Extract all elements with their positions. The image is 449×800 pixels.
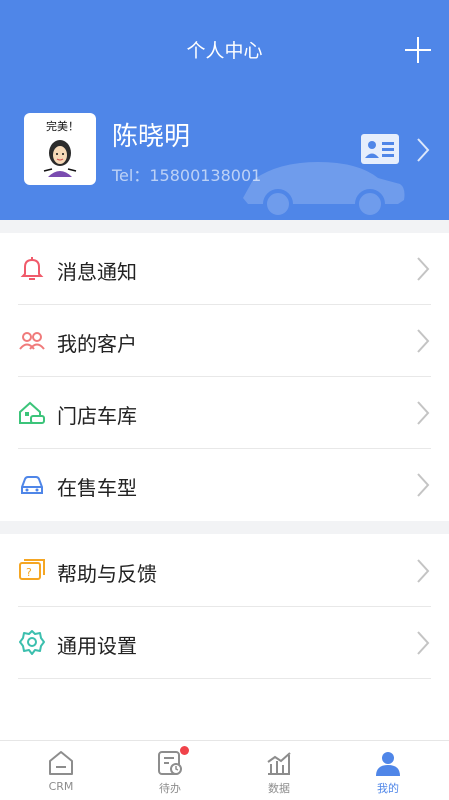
tab-data[interactable]: 数据 bbox=[223, 741, 335, 800]
menu-label: 我的客户 bbox=[57, 332, 137, 356]
tab-label: CRM bbox=[48, 780, 74, 793]
bottom-tab-bar: CRM 待办 数据 我的 bbox=[0, 740, 449, 800]
chevron-right-icon bbox=[417, 329, 430, 353]
chevron-right-icon bbox=[417, 473, 430, 497]
chevron-right-icon bbox=[417, 631, 430, 655]
menu-item-cars-on-sale[interactable]: 在售车型 bbox=[0, 449, 449, 521]
notification-badge bbox=[180, 746, 189, 755]
customers-icon bbox=[19, 332, 45, 350]
tab-todo[interactable]: 待办 bbox=[114, 741, 226, 800]
chart-icon bbox=[267, 752, 291, 775]
settings-icon bbox=[19, 630, 45, 655]
page-title: 个人中心 bbox=[186, 40, 263, 62]
avatar-cartoon-icon: 完美！ bbox=[43, 119, 79, 177]
add-button[interactable] bbox=[405, 37, 431, 63]
divider bbox=[18, 678, 431, 679]
user-name: 陈晓明 bbox=[112, 122, 191, 152]
home-icon bbox=[49, 751, 73, 775]
tab-label: 我的 bbox=[377, 782, 399, 795]
menu-label: 门店车库 bbox=[57, 404, 137, 428]
profile-header: 个人中心 完美！ 陈晓明 Tel：15800138001 bbox=[0, 0, 449, 220]
menu-item-notifications[interactable]: 消息通知 bbox=[0, 233, 449, 305]
help-feedback-icon: ? bbox=[19, 559, 45, 580]
menu-label: 帮助与反馈 bbox=[57, 562, 157, 586]
chevron-right-icon bbox=[417, 559, 430, 583]
menu-label: 消息通知 bbox=[57, 260, 137, 284]
menu-label: 通用设置 bbox=[57, 634, 137, 658]
business-card-icon[interactable] bbox=[361, 134, 399, 164]
menu-item-customers[interactable]: 我的客户 bbox=[0, 305, 449, 377]
chevron-right-icon bbox=[417, 257, 430, 281]
chevron-right-icon bbox=[417, 401, 430, 425]
section-gap bbox=[0, 220, 449, 233]
user-icon bbox=[376, 752, 400, 776]
car-icon bbox=[21, 476, 43, 494]
tab-label: 数据 bbox=[268, 782, 290, 795]
tab-crm[interactable]: CRM bbox=[5, 741, 117, 800]
tab-label: 待办 bbox=[159, 782, 181, 795]
menu-item-help-feedback[interactable]: ? 帮助与反馈 bbox=[0, 535, 449, 607]
menu-item-settings[interactable]: 通用设置 bbox=[0, 607, 449, 679]
section-gap bbox=[0, 521, 449, 534]
chevron-right-icon[interactable] bbox=[416, 137, 430, 163]
garage-icon bbox=[19, 401, 45, 424]
menu-label: 在售车型 bbox=[57, 476, 137, 500]
user-phone: Tel：15800138001 bbox=[112, 166, 262, 185]
menu-item-garage[interactable]: 门店车库 bbox=[0, 377, 449, 449]
tab-mine[interactable]: 我的 bbox=[332, 741, 444, 800]
avatar[interactable]: 完美！ bbox=[24, 113, 96, 185]
svg-text:?: ? bbox=[26, 566, 32, 579]
todo-icon bbox=[158, 751, 182, 775]
bell-icon bbox=[20, 257, 44, 280]
avatar-caption: 完美！ bbox=[46, 119, 79, 133]
